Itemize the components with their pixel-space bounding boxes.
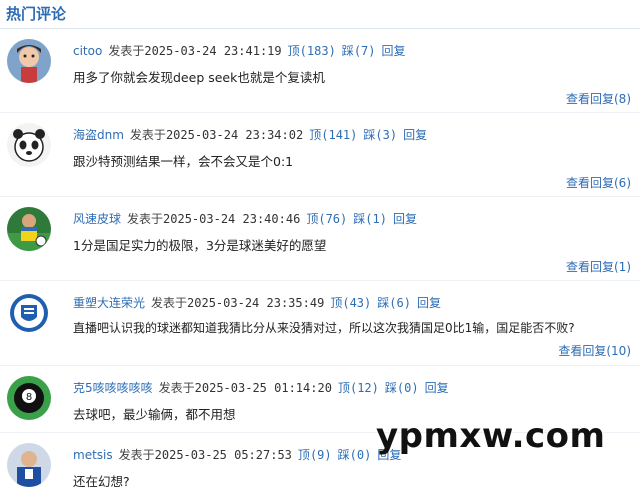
comment-text: 用多了你就会发现deep seek也就是个复读机	[73, 70, 325, 85]
posted-label: 发表于	[127, 212, 164, 226]
comment-meta: 克5咳咳咳咳咳 发表于2025-03-25 01:14:20 顶(12) 踩(0) 回复	[73, 379, 449, 396]
comment-text: 还在幻想?	[73, 474, 130, 489]
comment-item: 海盗dnm 发表于2025-03-24 23:34:02 顶(141) 踩(3) 回复 …	[0, 113, 640, 197]
upvote-link[interactable]: 顶(9)	[298, 448, 332, 462]
downvote-link[interactable]: 踩(6)	[377, 296, 411, 310]
posted-label: 发表于	[108, 44, 145, 58]
posted-label: 发表于	[118, 448, 155, 462]
watermark: ypmxw.com	[376, 416, 606, 456]
section-title: 热门评论	[0, 0, 640, 29]
post-time: 2025-03-24 23:41:19	[144, 44, 282, 58]
username-link[interactable]: 海盗dnm	[73, 128, 124, 142]
upvote-link[interactable]: 顶(12)	[338, 381, 379, 395]
comment-item: citoo 发表于2025-03-24 23:41:19 顶(183) 踩(7) 回复 …	[0, 29, 640, 113]
post-time: 2025-03-24 23:34:02	[165, 128, 304, 142]
comment-meta: 重塑大连荣光 发表于2025-03-24 23:35:49 顶(43) 踩(6) 回复	[73, 294, 441, 311]
panda-avatar-icon[interactable]	[7, 123, 51, 167]
soccer-player-avatar-icon[interactable]	[7, 207, 51, 251]
downvote-link[interactable]: 踩(7)	[342, 44, 376, 58]
comment-text: 去球吧，最少输俩，都不用想	[73, 407, 236, 422]
upvote-link[interactable]: 顶(141)	[309, 128, 357, 142]
post-time: 2025-03-24 23:40:46	[163, 212, 301, 226]
downvote-link[interactable]: 踩(1)	[353, 212, 387, 226]
blue-player-avatar-icon[interactable]	[7, 443, 51, 487]
billiard-ball-avatar-icon[interactable]: 8	[7, 376, 51, 420]
downvote-link[interactable]: 踩(3)	[363, 128, 397, 142]
view-replies-link[interactable]: 查看回复(6)	[566, 174, 631, 191]
view-replies-link[interactable]: 查看回复(1)	[566, 258, 631, 275]
downvote-link[interactable]: 踩(0)	[385, 381, 419, 395]
comment-meta: 风速皮球 发表于2025-03-24 23:40:46 顶(76) 踩(1) 回复	[73, 210, 417, 227]
username-link[interactable]: 克5咳咳咳咳咳	[73, 381, 153, 395]
username-link[interactable]: 风速皮球	[73, 212, 121, 226]
username-link[interactable]: metsis	[73, 448, 113, 462]
comment-meta: citoo 发表于2025-03-24 23:41:19 顶(183) 踩(7) 回复	[73, 42, 406, 59]
svg-text:8: 8	[26, 392, 32, 403]
view-replies-link[interactable]: 查看回复(10)	[558, 342, 631, 359]
comment-meta: metsis 发表于2025-03-25 05:27:53 顶(9) 踩(0) 回复	[73, 446, 401, 463]
post-time: 2025-03-25 05:27:53	[154, 448, 292, 462]
username-link[interactable]: 重塑大连荣光	[73, 296, 145, 310]
club-badge-avatar-icon[interactable]	[7, 291, 51, 335]
post-time: 2025-03-25 01:14:20	[194, 381, 332, 395]
comment-meta: 海盗dnm 发表于2025-03-24 23:34:02 顶(141) 踩(3) 回复	[73, 126, 427, 143]
comment-text: 直播吧认识我的球迷都知道我猜比分从来没猜对过，所以这次我猜国足0比1输，国足能否…	[73, 321, 575, 335]
comment-text: 1分是国足实力的极限，3分是球迷美好的愿望	[73, 238, 327, 253]
girl-avatar-icon[interactable]	[7, 39, 51, 83]
username-link[interactable]: citoo	[73, 44, 102, 58]
view-replies-link[interactable]: 查看回复(8)	[566, 90, 631, 107]
downvote-link[interactable]: 踩(0)	[338, 448, 372, 462]
reply-link[interactable]: 回复	[417, 296, 441, 310]
posted-label: 发表于	[158, 381, 195, 395]
comment-item: 重塑大连荣光 发表于2025-03-24 23:35:49 顶(43) 踩(6) 回复 …	[0, 281, 640, 366]
reply-link[interactable]: 回复	[393, 212, 417, 226]
post-time: 2025-03-24 23:35:49	[187, 296, 325, 310]
upvote-link[interactable]: 顶(183)	[288, 44, 336, 58]
upvote-link[interactable]: 顶(76)	[306, 212, 347, 226]
posted-label: 发表于	[129, 128, 166, 142]
upvote-link[interactable]: 顶(43)	[330, 296, 371, 310]
reply-link[interactable]: 回复	[403, 128, 427, 142]
comment-text: 跟沙特预测结果一样，会不会又是个0:1	[73, 154, 294, 169]
reply-link[interactable]: 回复	[382, 44, 406, 58]
reply-link[interactable]: 回复	[425, 381, 449, 395]
posted-label: 发表于	[151, 296, 188, 310]
comment-item: 风速皮球 发表于2025-03-24 23:40:46 顶(76) 踩(1) 回复 1分…	[0, 197, 640, 281]
